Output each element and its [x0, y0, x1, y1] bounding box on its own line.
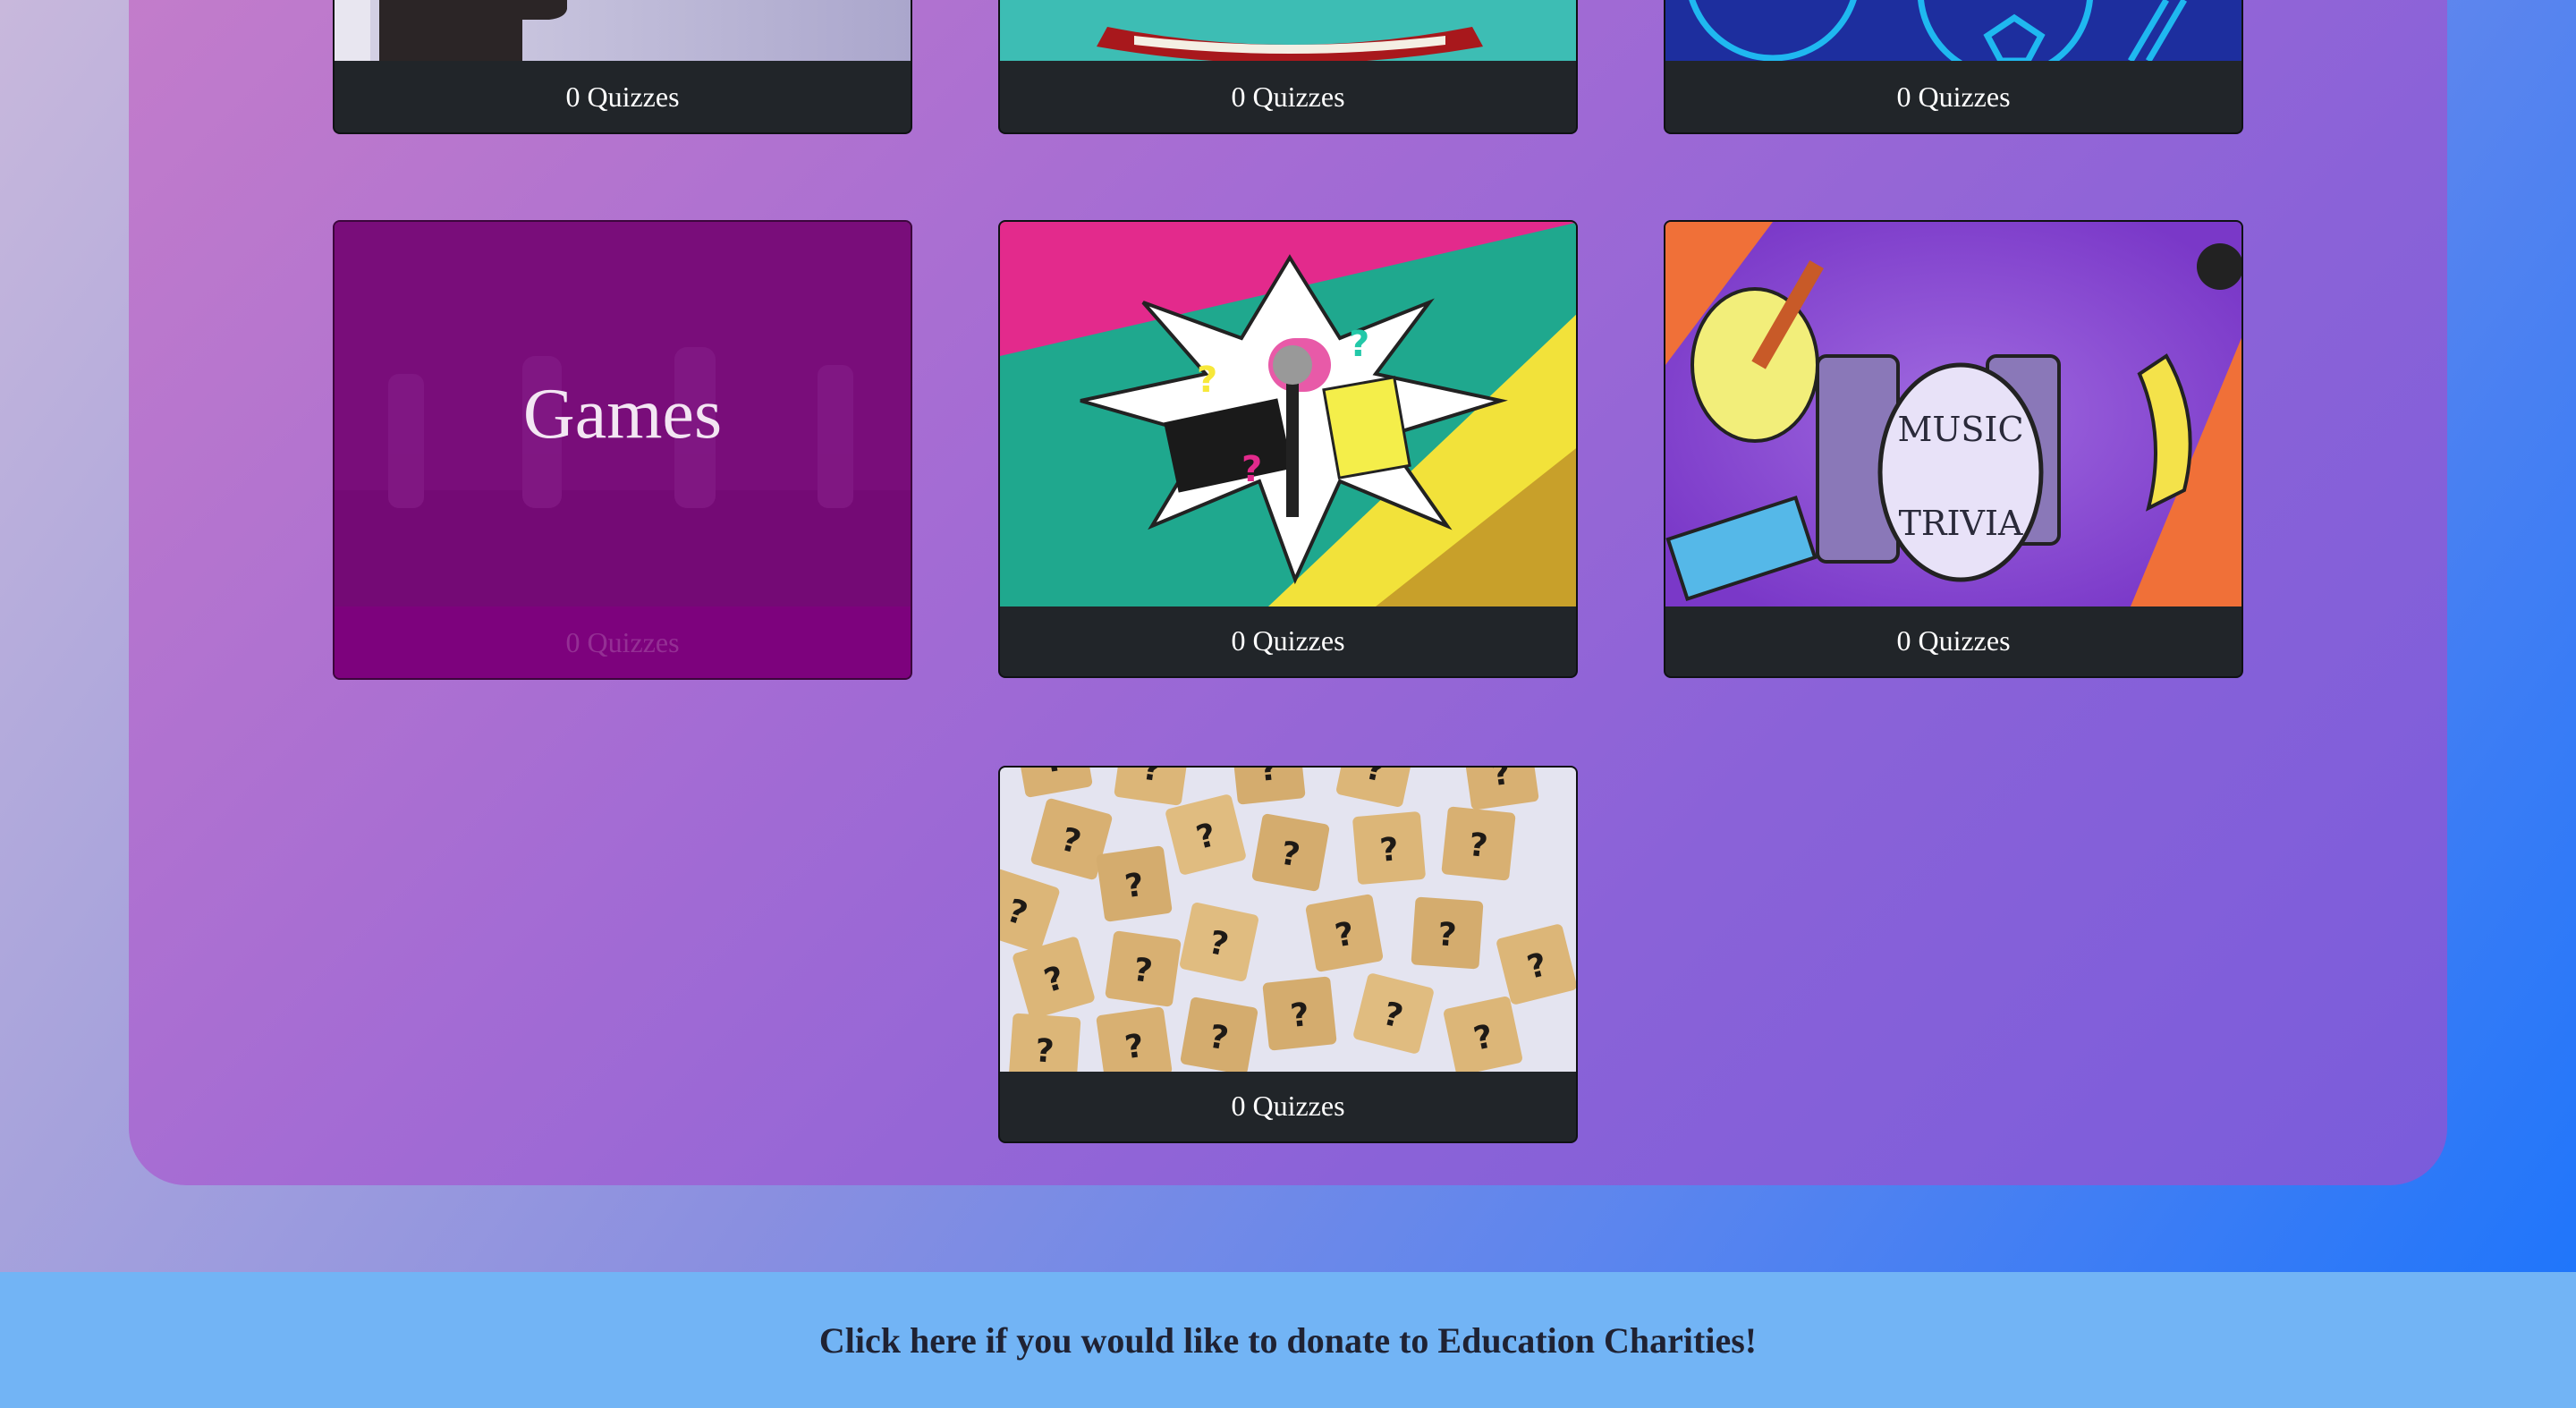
quiz-count: 0 Quizzes: [565, 80, 680, 113]
portrait-silhouette-image: [335, 0, 911, 61]
category-card-5[interactable]: ? ? ? 0 Quizzes: [998, 220, 1578, 678]
svg-text:?: ?: [1289, 997, 1311, 1035]
donate-link[interactable]: Click here if you would like to donate t…: [819, 1319, 1757, 1361]
category-card-games[interactable]: Games 0 Quizzes: [333, 220, 912, 680]
badge-line1: MUSIC: [1897, 410, 2023, 449]
svg-text:?: ?: [1436, 916, 1458, 954]
pop-culture-collage-image: ? ? ?: [1000, 222, 1576, 606]
question-mark-tiles-image: ? ? ? ? ? ? ? ? ? ? ? ? ? ? ? ? ? ? ? ?: [1000, 768, 1576, 1072]
svg-text:?: ?: [1241, 449, 1262, 490]
footer: Click here if you would like to donate t…: [0, 1272, 2576, 1408]
globe-pattern-image: [1665, 0, 2241, 61]
category-card-1[interactable]: 0 Quizzes: [333, 0, 912, 134]
svg-text:?: ?: [1197, 360, 1217, 401]
category-title: Games: [522, 374, 723, 454]
category-card-7[interactable]: ? ? ? ? ? ? ? ? ? ? ? ? ? ? ? ? ? ? ? ?: [998, 766, 1578, 1143]
category-card-3[interactable]: 0 Quizzes: [1664, 0, 2243, 134]
quiz-count: 0 Quizzes: [1231, 80, 1345, 113]
quiz-count: 0 Quizzes: [1231, 623, 1345, 657]
svg-text:?: ?: [1349, 324, 1369, 365]
open-book-image: [1000, 0, 1576, 61]
music-trivia-image: MUSIC TRIVIA: [1665, 222, 2241, 606]
category-card-6[interactable]: MUSIC TRIVIA 0 Quizzes: [1664, 220, 2243, 678]
badge-line2: TRIVIA: [1899, 504, 2023, 543]
svg-text:?: ?: [1378, 831, 1400, 869]
svg-text:?: ?: [1467, 827, 1489, 865]
svg-text:?: ?: [1034, 1032, 1055, 1070]
quiz-count: 0 Quizzes: [1896, 623, 2011, 657]
quiz-count: 0 Quizzes: [565, 625, 680, 658]
quiz-count: 0 Quizzes: [1231, 1089, 1345, 1122]
category-card-2[interactable]: 0 Quizzes: [998, 0, 1578, 134]
quiz-count: 0 Quizzes: [1896, 80, 2011, 113]
svg-text:?: ?: [1258, 768, 1280, 789]
